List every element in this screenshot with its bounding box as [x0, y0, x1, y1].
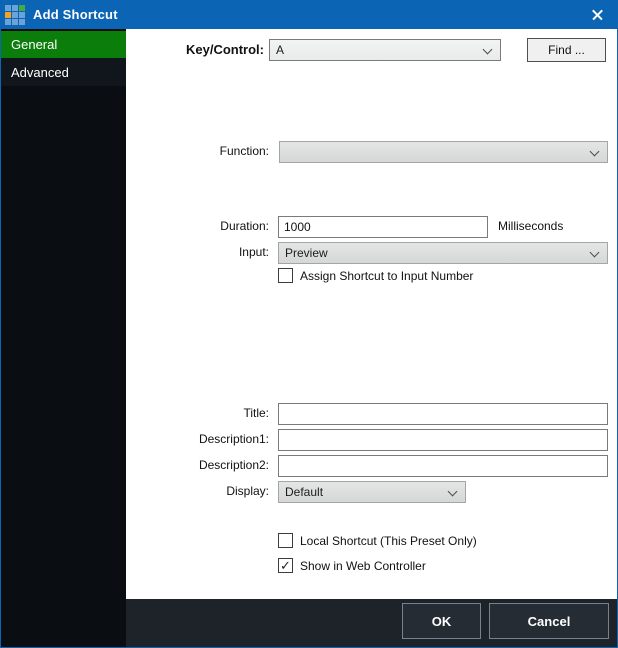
input-value: Preview [285, 246, 328, 260]
sidebar-item-general[interactable]: General [1, 31, 126, 58]
sidebar: General Advanced [1, 29, 126, 648]
input-dropdown[interactable]: Preview [278, 242, 608, 264]
display-value: Default [285, 485, 323, 499]
window-title: Add Shortcut [33, 1, 118, 29]
chevron-down-icon [483, 45, 493, 55]
description2-label: Description2: [161, 458, 269, 473]
title-bar[interactable]: Add Shortcut [1, 1, 617, 29]
title-label: Title: [161, 406, 269, 421]
description2-input[interactable] [278, 455, 608, 477]
add-shortcut-dialog: Add Shortcut General Advanced Key/Contro… [0, 0, 618, 648]
description1-label: Description1: [161, 432, 269, 447]
description1-input[interactable] [278, 429, 608, 451]
key-control-label: Key/Control: [121, 42, 264, 57]
sidebar-item-label: General [11, 37, 57, 52]
checkbox-label: Assign Shortcut to Input Number [300, 269, 473, 283]
chevron-down-icon [590, 248, 600, 258]
app-logo-icon [5, 5, 25, 25]
checkbox-label: Local Shortcut (This Preset Only) [300, 534, 477, 548]
key-control-value: A [276, 43, 284, 57]
close-button[interactable] [577, 1, 617, 29]
sidebar-item-label: Advanced [11, 65, 69, 80]
duration-unit-label: Milliseconds [498, 219, 588, 234]
footer-bar: OK Cancel [126, 599, 618, 647]
function-dropdown[interactable] [279, 141, 608, 163]
local-shortcut-checkbox[interactable]: Local Shortcut (This Preset Only) [278, 533, 477, 548]
duration-input[interactable] [278, 216, 488, 238]
duration-label: Duration: [161, 219, 269, 234]
function-label: Function: [161, 144, 269, 159]
input-label: Input: [161, 245, 269, 260]
show-in-web-controller-checkbox[interactable]: ✓ Show in Web Controller [278, 558, 426, 573]
key-control-dropdown[interactable]: A [269, 39, 501, 61]
cancel-button[interactable]: Cancel [489, 603, 609, 639]
sidebar-item-advanced[interactable]: Advanced [1, 58, 126, 86]
checkbox-unchecked-icon [278, 268, 293, 283]
checkbox-label: Show in Web Controller [300, 559, 426, 573]
chevron-down-icon [448, 487, 458, 497]
general-panel [126, 29, 618, 599]
checkbox-unchecked-icon [278, 533, 293, 548]
close-icon [591, 14, 604, 16]
display-label: Display: [161, 484, 269, 499]
ok-button[interactable]: OK [402, 603, 481, 639]
checkbox-checked-icon: ✓ [278, 558, 293, 573]
find-button[interactable]: Find ... [527, 38, 606, 62]
chevron-down-icon [590, 147, 600, 157]
assign-input-number-checkbox[interactable]: Assign Shortcut to Input Number [278, 268, 473, 283]
display-dropdown[interactable]: Default [278, 481, 466, 503]
title-input[interactable] [278, 403, 608, 425]
